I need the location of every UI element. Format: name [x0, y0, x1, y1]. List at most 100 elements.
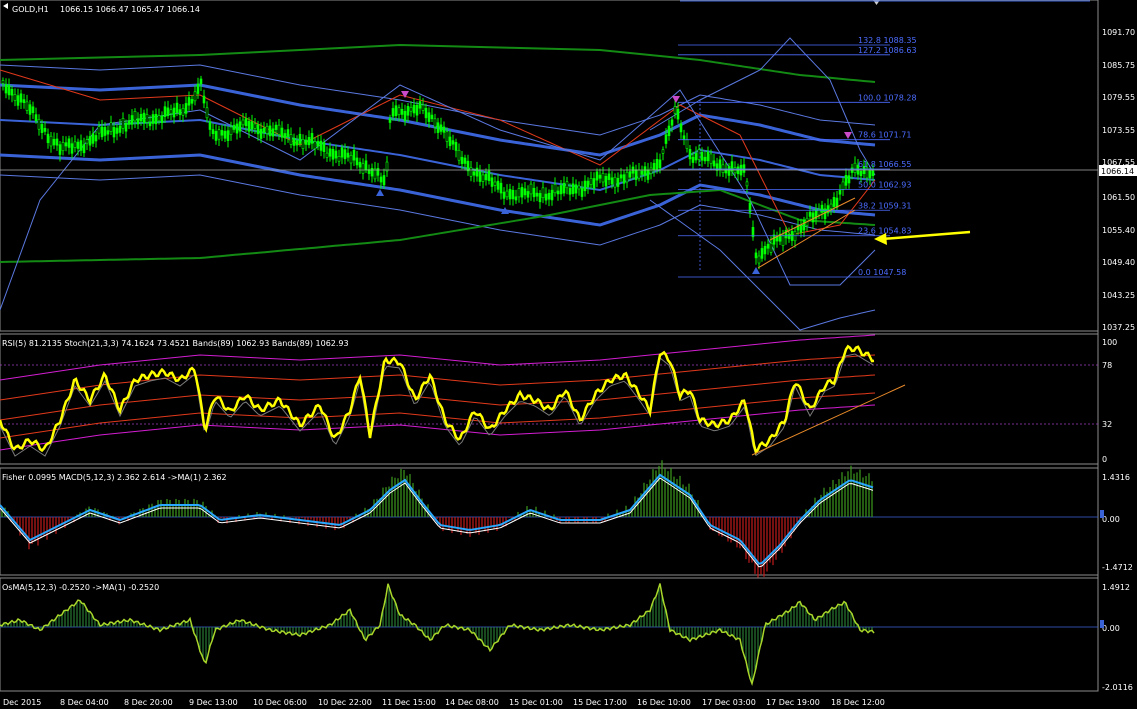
candle-body [700, 152, 704, 161]
candle-body [82, 144, 86, 154]
candle-body [820, 204, 824, 213]
candle-body [493, 181, 497, 186]
candle-body [523, 188, 527, 196]
osma-panel[interactable] [0, 577, 1099, 692]
candle-body [142, 112, 146, 124]
osma-axis: 1.4912 0.00 -2.0116 [1100, 583, 1133, 692]
candle-body [265, 125, 269, 134]
time-tick: 8 Dec 04:00 [60, 698, 109, 707]
candle-body [238, 121, 242, 132]
candle-body [304, 139, 308, 145]
candle-body [331, 148, 335, 160]
candle-body [421, 104, 425, 111]
candle-body [106, 130, 110, 135]
candle-body [847, 175, 851, 184]
candle-body [151, 114, 155, 124]
fisher-panel[interactable] [0, 467, 1099, 576]
candle-body [190, 98, 194, 104]
candle-body [634, 169, 638, 180]
candle-body [298, 133, 302, 144]
rsi-header: RSI(5) 81.2135 Stoch(21,3,3) 74.1624 73.… [2, 339, 349, 348]
candle-body [508, 188, 512, 200]
rsi-tick: 0 [1102, 455, 1107, 464]
candle-body [328, 148, 332, 157]
candle-body [172, 107, 176, 118]
time-tick: 15 Dec 17:00 [573, 698, 627, 707]
candle-body [202, 95, 206, 104]
candle-body [430, 114, 434, 120]
candle-body [559, 185, 563, 195]
candle-body [145, 114, 149, 123]
candle-body [484, 173, 488, 181]
candle-body [757, 255, 761, 264]
candle-body [529, 183, 533, 195]
candle-body [187, 97, 191, 106]
candle-body [586, 180, 590, 188]
candle-body [550, 189, 554, 201]
candle-body [415, 104, 419, 116]
candle-body [682, 135, 686, 140]
candle-body [544, 193, 548, 201]
candle-body [112, 127, 116, 138]
trading-chart[interactable]: 132.8 1088.35127.2 1086.63 100.0 1078.28 7… [0, 0, 1137, 709]
candle-body [352, 149, 356, 161]
price-tick: 1043.25 [1102, 291, 1135, 300]
collapse-arrow-icon[interactable] [3, 3, 8, 9]
candle-body [28, 104, 32, 115]
candle-body [334, 150, 338, 159]
candle-body [103, 127, 107, 136]
candle-body [286, 129, 290, 138]
candle-body [772, 234, 776, 245]
candle-body [262, 127, 266, 133]
fib-level-label: 100.0 1078.28 [858, 93, 917, 102]
candle-body [58, 144, 62, 155]
candle-body [343, 149, 347, 160]
candle-body [199, 78, 203, 85]
candle-body [838, 189, 842, 195]
candle-body [604, 176, 608, 187]
rsi-tick: 100 [1102, 338, 1117, 347]
candle-body [34, 114, 38, 122]
candle-body [646, 169, 650, 180]
candle-body [409, 107, 413, 112]
candle-body [769, 242, 773, 253]
candle-body [787, 234, 791, 239]
candle-body [295, 140, 299, 146]
candle-body [211, 129, 215, 135]
candle-body [694, 153, 698, 161]
fisher-marker [1100, 510, 1104, 518]
price-tick: 1085.75 [1102, 61, 1135, 70]
candle-body [136, 118, 140, 125]
candle-body [583, 180, 587, 192]
candle-body [424, 107, 428, 119]
candle-body [496, 180, 500, 190]
candle-body [685, 139, 689, 149]
candle-body [253, 123, 257, 129]
candle-body [481, 174, 485, 182]
candle-body [412, 104, 416, 114]
candle-body [442, 126, 446, 133]
candle-body [808, 211, 812, 217]
candle-body [193, 91, 197, 102]
candle-body [670, 119, 674, 126]
current-price-label: 1066.14 [1101, 167, 1134, 176]
candle-body [163, 106, 167, 117]
candle-body [22, 99, 26, 103]
rsi-bands-line [0, 404, 876, 451]
candle-body [709, 153, 713, 164]
candle-body [652, 163, 656, 171]
candle-body [391, 108, 395, 117]
candle-body [538, 193, 542, 203]
candle-body [580, 187, 584, 197]
candle-body [235, 123, 239, 134]
candle-body [511, 189, 515, 200]
candle-body [25, 101, 29, 111]
candle-body [475, 167, 479, 177]
candle-body [7, 84, 11, 96]
time-tick: 17 Dec 19:00 [766, 698, 820, 707]
candle-body [427, 112, 431, 122]
candle-body [829, 203, 833, 209]
candle-body [649, 167, 653, 174]
osma-marker [1100, 620, 1104, 628]
candle-body [220, 130, 224, 136]
